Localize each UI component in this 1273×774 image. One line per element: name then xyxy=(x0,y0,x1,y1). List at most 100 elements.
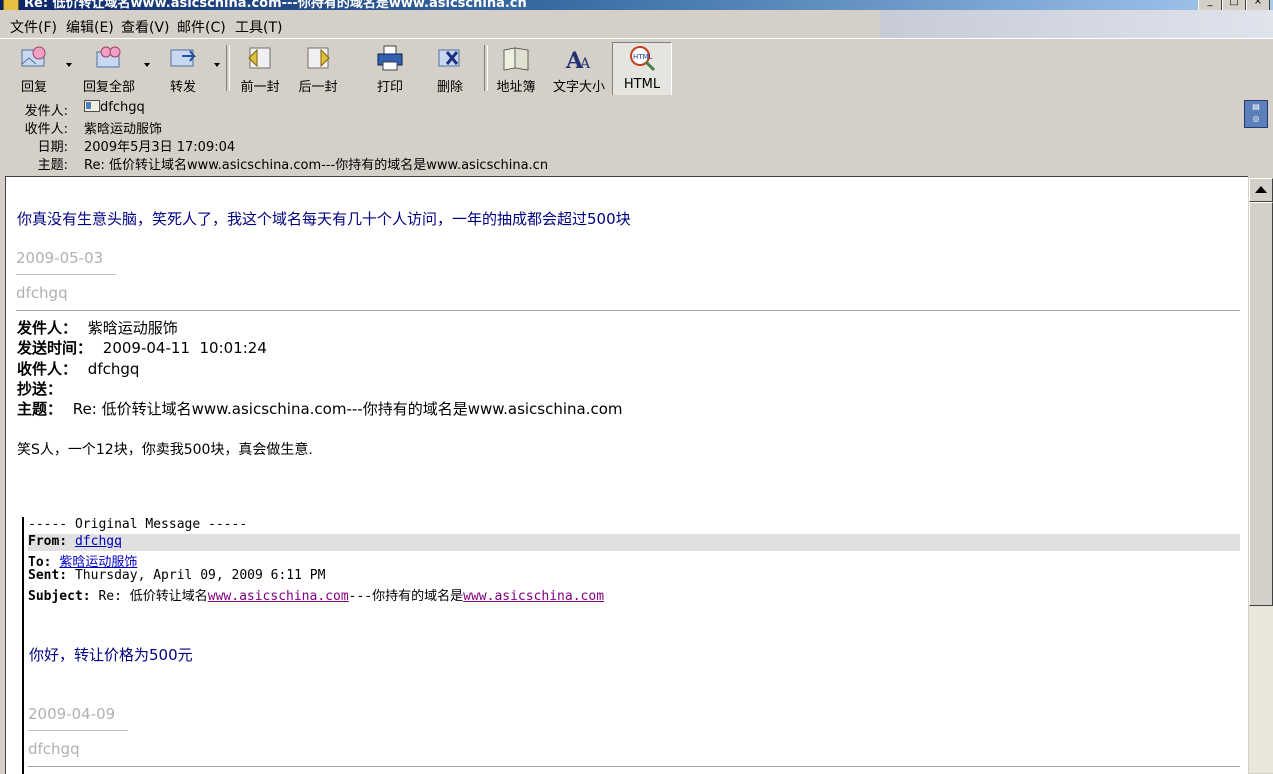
forward-label: 转发 xyxy=(169,80,196,95)
print-label: 打印 xyxy=(376,80,403,95)
quote2-subject-mid: ---你持有的域名是 xyxy=(348,589,464,604)
scroll-thumb[interactable] xyxy=(1249,202,1273,606)
contact-card-icon xyxy=(84,100,100,112)
next-label: 后一封 xyxy=(298,80,338,95)
scroll-up-arrow-icon[interactable] xyxy=(1249,178,1273,202)
date-label: 日期: xyxy=(37,140,68,155)
menu-bar-filler xyxy=(880,10,1273,38)
textsize-label: 文字大小 xyxy=(552,80,605,95)
from-value[interactable]: dfchgq xyxy=(84,100,145,115)
date-value: 2009年5月3日 17:09:04 xyxy=(84,140,236,155)
addressbook-icon xyxy=(503,47,529,71)
quote1-cc-label: 抄送： xyxy=(17,380,63,398)
forward-button[interactable]: 转发 xyxy=(158,42,208,95)
menu-view[interactable]: 查看(V) xyxy=(121,17,170,37)
reply-button[interactable]: 回复 xyxy=(8,42,60,95)
quote1-from-row: 发件人： 紫晗运动服饰 xyxy=(17,317,178,338)
delete-icon xyxy=(438,49,460,67)
quote1-to-label: 收件人： xyxy=(17,360,78,378)
quote1-text: 笑S人，一个12块，你卖我500块，真会做生意. xyxy=(17,442,313,458)
toolbar: 回复 回复全部 转发 前一封 后一封 打印 删除 地址簿 A A 文字大小 HT… xyxy=(0,38,1273,96)
quote2-sent-row: Sent: Thursday, April 09, 2009 6:11 PM xyxy=(28,568,325,583)
subject-label: 主题: xyxy=(37,158,68,173)
quote2-from-link[interactable]: dfchgq xyxy=(75,534,122,549)
addressbook-label: 地址簿 xyxy=(496,80,536,95)
reply-all-label: 回复全部 xyxy=(82,80,135,95)
reply-all-icon xyxy=(96,46,121,68)
reply-text: 你真没有生意头脑，笑死人了，我这个域名每天有几十个人访问，一年的抽成都会超过50… xyxy=(17,210,631,228)
signature-date: 2009-05-03 xyxy=(16,249,104,267)
delete-button[interactable]: 删除 xyxy=(424,42,476,95)
toolbar-separator xyxy=(226,45,230,91)
subject-value: Re: 低价转让域名www.asicschina.com---你持有的域名是ww… xyxy=(84,158,549,173)
html-label: HTML xyxy=(623,77,661,92)
textsize-button[interactable]: A A 文字大小 xyxy=(548,42,610,95)
from-name: dfchgq xyxy=(100,100,145,115)
textsize-icon: A A xyxy=(565,48,591,72)
original-message-header: ----- Original Message ----- xyxy=(28,517,248,532)
quote2-subject-label: Subject: xyxy=(28,589,91,604)
next-message-icon xyxy=(307,47,330,69)
quote1-subject-row: 主题： Re: 低价转让域名www.asicschina.com---你持有的域… xyxy=(17,398,623,419)
reply-dropdown-icon[interactable] xyxy=(66,63,72,67)
printer-icon xyxy=(377,45,403,71)
quote2-sent-value: Thursday, April 09, 2009 6:11 PM xyxy=(74,568,326,583)
title-bar: Re: 低价转让域名www.asicschina.com---你持有的域名是ww… xyxy=(0,0,1273,10)
quote2-signature-name: dfchgq xyxy=(28,740,80,758)
svg-text:A: A xyxy=(579,56,591,72)
menu-tools[interactable]: 工具(T) xyxy=(235,17,282,37)
message-header: 发件人: dfchgq 收件人: 紫晗运动服饰 日期: 2009年5月3日 17… xyxy=(0,95,1273,175)
quote2-signature-divider xyxy=(28,730,128,731)
quote1-sent-row: 发送时间： 2009-04-11 10:01:24 xyxy=(17,337,267,358)
reply-all-dropdown-icon[interactable] xyxy=(144,63,150,67)
html-icon: HTML xyxy=(630,46,656,72)
quote2-subject-link-com[interactable]: www.asicschina.com xyxy=(208,589,349,604)
quote-divider xyxy=(16,310,1240,311)
quote1-subject-label: 主题： xyxy=(17,400,63,418)
quote1-to-row: 收件人： dfchgq xyxy=(17,358,139,379)
signature-name: dfchgq xyxy=(16,284,68,302)
forward-icon xyxy=(170,49,197,67)
svg-text:HTML: HTML xyxy=(633,53,653,61)
reply-all-button[interactable]: 回复全部 xyxy=(76,42,142,95)
quote2-from-label: From: xyxy=(28,534,68,549)
addressbook-button[interactable]: 地址簿 xyxy=(490,42,542,95)
quote1-cc-row: 抄送： xyxy=(17,378,62,399)
quote1-sent-value: 2009-04-11 10:01:24 xyxy=(102,339,267,357)
reply-label: 回复 xyxy=(20,80,47,95)
quote1-from-label: 发件人： xyxy=(17,319,78,337)
menu-bar: 文件(F) 编辑(E) 查看(V) 邮件(C) 工具(T) xyxy=(0,10,880,38)
vertical-scrollbar[interactable] xyxy=(1249,178,1273,773)
menu-message[interactable]: 邮件(C) xyxy=(177,17,226,37)
toolbar-separator xyxy=(484,45,488,91)
quote1-subject-value: Re: 低价转让域名www.asicschina.com---你持有的域名是ww… xyxy=(72,400,623,418)
minimize-button[interactable]: _ xyxy=(1198,0,1222,10)
previous-label: 前一封 xyxy=(240,80,280,95)
menu-file[interactable]: 文件(F) xyxy=(10,17,57,37)
print-button[interactable]: 打印 xyxy=(364,42,416,95)
quote2-sent-label: Sent: xyxy=(28,568,68,583)
quote-bar xyxy=(22,517,24,774)
next-button[interactable]: 后一封 xyxy=(292,42,344,95)
quote2-text: 你好，转让价格为500元 xyxy=(29,646,193,664)
to-value: 紫晗运动服饰 xyxy=(84,122,163,137)
maximize-button[interactable]: □ xyxy=(1222,0,1246,10)
quote2-subject-row: Subject: Re: 低价转让域名www.asicschina.com---… xyxy=(28,585,604,604)
quote2-subject-link-2[interactable]: www.asicschina.com xyxy=(463,589,604,604)
menu-edit[interactable]: 编辑(E) xyxy=(66,17,114,37)
message-body: 你真没有生意头脑，笑死人了，我这个域名每天有几十个人访问，一年的抽成都会超过50… xyxy=(5,176,1248,774)
close-button[interactable]: × xyxy=(1246,0,1270,10)
previous-button[interactable]: 前一封 xyxy=(234,42,286,95)
previous-message-icon xyxy=(248,47,271,69)
quote2-subject-pre: Re: 低价转让域名 xyxy=(98,589,208,604)
signature-divider xyxy=(16,274,116,275)
window-title: Re: 低价转让域名www.asicschina.com---你持有的域名是ww… xyxy=(24,0,527,10)
delete-label: 删除 xyxy=(436,80,463,95)
quote1-sent-label: 发送时间： xyxy=(17,339,93,357)
from-label: 发件人: xyxy=(24,104,68,119)
forward-dropdown-icon[interactable] xyxy=(214,63,220,67)
security-vcard-icon[interactable]: ▤ ◎ xyxy=(1244,100,1268,128)
quote2-signature-date: 2009-04-09 xyxy=(28,705,116,723)
reply-icon xyxy=(21,46,46,67)
html-button[interactable]: HTML HTML xyxy=(612,42,672,96)
